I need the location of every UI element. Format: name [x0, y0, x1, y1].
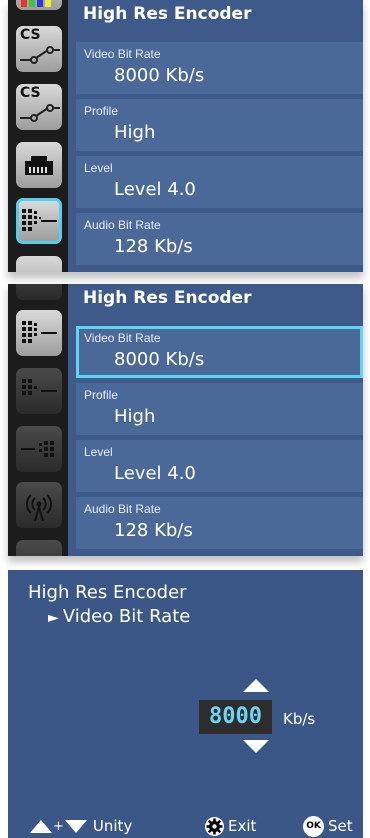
plus-sign: + [53, 818, 64, 834]
editor-subtitle: Video Bit Rate [62, 606, 191, 627]
color-bars-icon [21, 0, 51, 7]
editor-title: High Res Encoder [28, 582, 187, 603]
setting-label: Profile [84, 104, 119, 118]
setting-row-profile[interactable]: Profile High [76, 383, 363, 435]
setting-label: Audio Bit Rate [84, 502, 161, 516]
setting-label: Video Bit Rate [84, 47, 161, 61]
sidebar-item-partial[interactable] [16, 256, 62, 272]
setting-row-video-bit-rate[interactable]: Video Bit Rate 8000 Kb/s [76, 42, 363, 94]
setting-row-video-bit-rate[interactable]: Video Bit Rate 8000 Kb/s [76, 326, 363, 378]
setting-row-audio-bit-rate[interactable]: Audio Bit Rate 128 Kb/s [76, 213, 363, 265]
setting-label: Audio Bit Rate [84, 218, 161, 232]
exit-hint[interactable]: Exit [205, 816, 256, 836]
unity-label: Unity [92, 817, 133, 835]
play-marker-icon: ► [48, 610, 59, 626]
setting-row-profile[interactable]: Profile High [76, 99, 363, 151]
encoder-icon [22, 379, 57, 395]
increment-arrow-icon[interactable] [243, 679, 269, 692]
sidebar-item-color-bars[interactable] [16, 0, 62, 10]
set-label: Set [328, 817, 353, 835]
sidebar-item-encoder[interactable] [16, 310, 62, 356]
setting-value: High [114, 406, 156, 427]
setting-value: Level 4.0 [114, 463, 196, 484]
setting-label: Level [84, 161, 113, 175]
setting-row-level[interactable]: Level Level 4.0 [76, 440, 363, 492]
ethernet-icon [25, 156, 53, 175]
set-hint[interactable]: OK Set [303, 815, 353, 837]
setting-value: 128 Kb/s [114, 520, 193, 541]
setting-label: Video Bit Rate [84, 331, 161, 345]
up-arrow-icon [30, 819, 52, 833]
setting-row-audio-bit-rate[interactable]: Audio Bit Rate 128 Kb/s [76, 497, 363, 549]
sidebar-item-encoder[interactable] [16, 198, 62, 244]
down-arrow-icon [64, 819, 87, 833]
bit-rate-unit: Kb/s [283, 710, 316, 728]
sidebar-item-decoder[interactable] [16, 426, 62, 472]
bit-rate-value-field[interactable]: 8000 [199, 700, 272, 734]
sidebar-item-encoder-2[interactable] [16, 368, 62, 414]
editor-breadcrumb: ► Video Bit Rate [48, 606, 190, 627]
encoder-panel-1: CS CS High Res Encoder Video Bit Rate 80… [8, 0, 363, 272]
setting-label: Profile [84, 388, 119, 402]
setting-row-level[interactable]: Level Level 4.0 [76, 156, 363, 208]
panel-title: High Res Encoder [83, 288, 252, 308]
cs-label: CS [20, 27, 41, 43]
setting-label: Level [84, 445, 113, 459]
setting-value: High [114, 122, 156, 143]
sidebar-item-cs-1[interactable]: CS [16, 26, 62, 72]
setting-value: Level 4.0 [114, 179, 196, 200]
unity-hint[interactable]: + Unity [30, 816, 132, 836]
gear-icon [205, 816, 224, 836]
value-editor-panel: High Res Encoder ► Video Bit Rate 8000 Kb… [8, 570, 363, 838]
setting-value: 8000 Kb/s [114, 65, 205, 86]
encoder-panel-2: High Res Encoder Video Bit Rate 8000 Kb/… [8, 284, 363, 556]
sidebar-item-cs-2[interactable]: CS [16, 84, 62, 130]
sidebar-item-partial-bottom[interactable] [16, 540, 62, 556]
encoder-icon [22, 209, 57, 231]
decrement-arrow-icon[interactable] [243, 740, 269, 753]
ok-icon: OK [303, 815, 324, 837]
exit-label: Exit [228, 817, 257, 835]
sidebar-item-ethernet[interactable] [16, 142, 62, 188]
sidebar-rail [8, 284, 68, 556]
sidebar-rail: CS CS [8, 0, 68, 272]
panel-title: High Res Encoder [83, 4, 252, 24]
setting-value: 8000 Kb/s [114, 349, 205, 370]
sidebar-item-partial-top[interactable] [16, 284, 62, 300]
cs-label: CS [20, 85, 41, 101]
encoder-icon [22, 321, 57, 343]
decoder-icon [21, 441, 54, 457]
antenna-icon [25, 494, 53, 522]
setting-value: 128 Kb/s [114, 236, 193, 257]
sidebar-item-antenna[interactable] [16, 482, 62, 528]
